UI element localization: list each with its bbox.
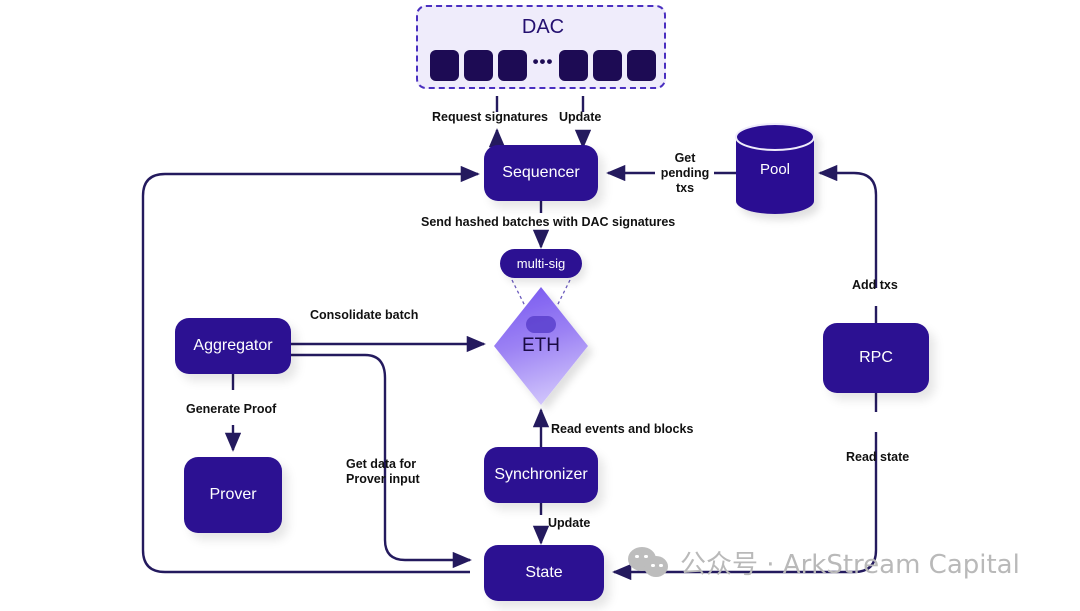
node-eth-label: ETH (522, 335, 560, 356)
dac-member-row: ••• (430, 49, 656, 81)
node-pool[interactable]: Pool (736, 124, 814, 214)
node-multi-sig[interactable]: multi-sig (500, 249, 582, 278)
edge-label-generate-proof: Generate Proof (186, 402, 277, 416)
edge-label-read-events-blocks: Read events and blocks (551, 422, 694, 436)
edge-label-request-signatures: Request signatures (432, 110, 549, 124)
dac-title: DAC (521, 16, 565, 38)
watermark: 公众号 · ArkStream Capital (628, 544, 1020, 581)
edge-label-get-data-2: Prover input (346, 472, 420, 486)
dac-member (592, 49, 622, 81)
dac-ellipsis: ••• (532, 52, 554, 71)
edge-label-add-txs: Add txs (852, 278, 898, 292)
edge-add-txs (818, 164, 878, 288)
edge-label-get-pending-txs-3: txs (675, 181, 695, 195)
dac-member (558, 49, 588, 81)
node-synchronizer[interactable]: Synchronizer (484, 447, 598, 503)
edge-label-get-data-1: Get data for (346, 457, 417, 471)
wechat-icon (628, 546, 670, 579)
edge-label-update-dac: Update (559, 110, 602, 124)
node-synchronizer-label: Synchronizer (494, 466, 588, 483)
node-rpc[interactable]: RPC (823, 323, 929, 393)
node-prover[interactable]: Prover (184, 457, 282, 533)
diagram-canvas: DAC ••• Sequencer multi-sig ETH Pool RPC… (0, 0, 1080, 611)
node-pool-label: Pool (759, 160, 791, 178)
node-rpc-label: RPC (859, 349, 893, 366)
node-state-label: State (525, 564, 563, 581)
node-state[interactable]: State (484, 545, 604, 601)
node-multi-sig-label: multi-sig (516, 256, 566, 271)
node-aggregator-label: Aggregator (193, 337, 273, 354)
edge-label-send-hashed-batches: Send hashed batches with DAC signatures (421, 215, 676, 229)
edge-label-update-state: Update (548, 516, 591, 530)
edge-label-read-state: Read state (846, 450, 910, 464)
edge-label-consolidate-batch: Consolidate batch (310, 308, 419, 322)
dac-member (430, 49, 459, 81)
dac-member (626, 49, 656, 81)
edge-label-get-pending-txs-1: Get (674, 151, 696, 165)
dac-member (464, 49, 494, 81)
dac-member (498, 49, 528, 81)
node-prover-label: Prover (209, 486, 257, 503)
dac-panel: DAC ••• (416, 5, 666, 89)
watermark-text: 公众号 · ArkStream Capital (680, 550, 1020, 580)
edge-label-get-pending-txs-2: pending (660, 166, 710, 180)
node-eth[interactable]: ETH (494, 287, 588, 405)
node-aggregator[interactable]: Aggregator (175, 318, 291, 374)
node-sequencer-label: Sequencer (502, 164, 580, 181)
node-sequencer[interactable]: Sequencer (484, 145, 598, 201)
